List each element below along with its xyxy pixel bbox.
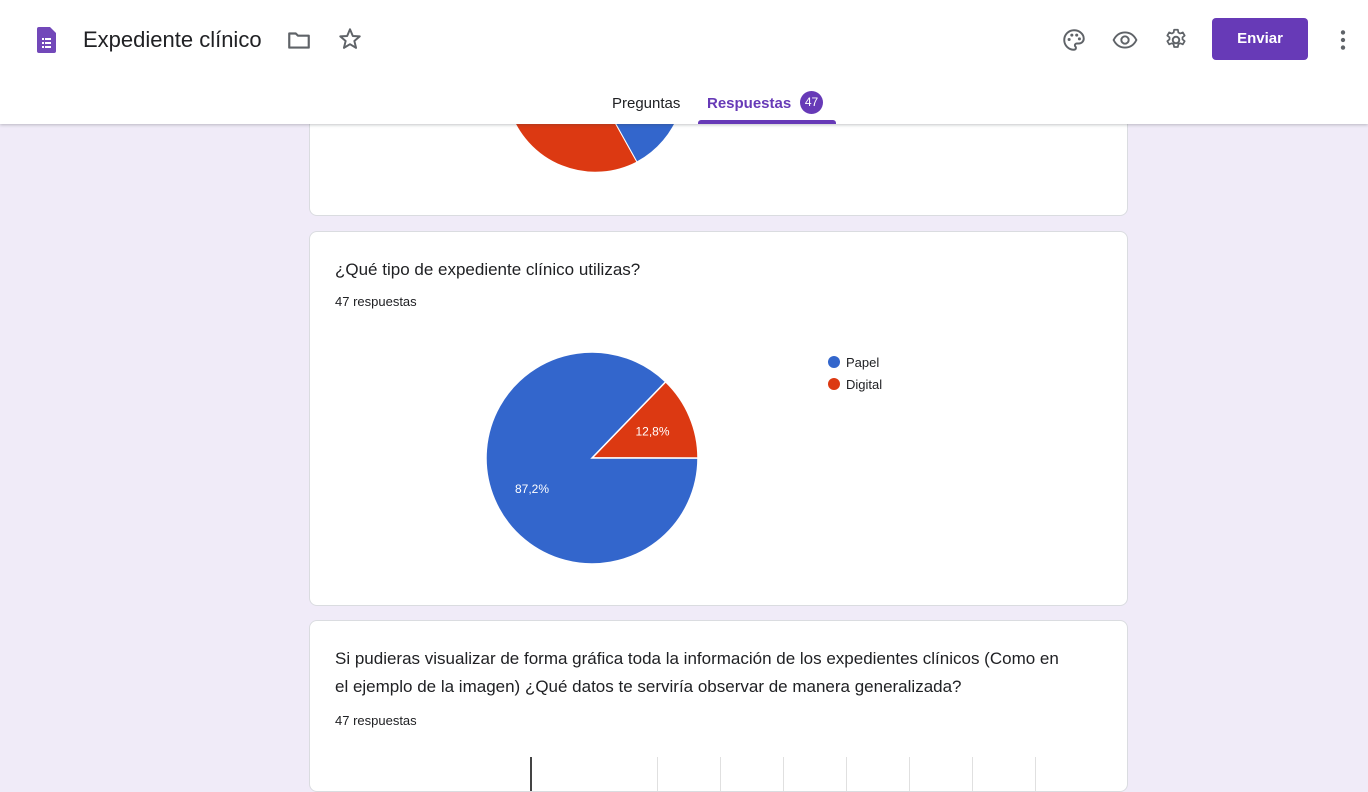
chart-legend: Papel Digital bbox=[828, 351, 882, 395]
pie-chart: 12,8% 87,2% bbox=[485, 351, 699, 565]
grid-line bbox=[972, 757, 973, 791]
palette-icon[interactable] bbox=[1061, 27, 1087, 53]
pie-label-digital: 12,8% bbox=[635, 425, 669, 439]
send-button[interactable]: Enviar bbox=[1212, 18, 1308, 60]
legend-dot-digital bbox=[828, 378, 840, 390]
more-vert-icon[interactable] bbox=[1330, 27, 1356, 53]
grid-line bbox=[909, 757, 910, 791]
app-header: Expediente clínico Enviar Preguntas Resp… bbox=[0, 0, 1368, 124]
question-title: Si pudieras visualizar de forma gráfica … bbox=[335, 649, 1059, 696]
grid-line bbox=[846, 757, 847, 791]
responses-count-badge: 47 bbox=[800, 91, 823, 114]
grid-line bbox=[657, 757, 658, 791]
pie-label-papel: 87,2% bbox=[515, 482, 549, 496]
gear-icon[interactable] bbox=[1163, 27, 1189, 53]
legend-label-papel: Papel bbox=[846, 354, 880, 370]
grid-line bbox=[720, 757, 721, 791]
forms-logo-icon[interactable] bbox=[37, 27, 56, 53]
grid-line bbox=[783, 757, 784, 791]
document-title[interactable]: Expediente clínico bbox=[83, 26, 262, 54]
eye-icon[interactable] bbox=[1112, 27, 1138, 53]
legend-item-papel: Papel bbox=[828, 351, 882, 373]
legend-item-digital: Digital bbox=[828, 373, 882, 395]
tab-respuestas[interactable]: Respuestas bbox=[707, 94, 791, 114]
legend-dot-papel bbox=[828, 356, 840, 368]
bar-chart-axis bbox=[530, 757, 532, 791]
legend-label-digital: Digital bbox=[846, 376, 883, 392]
response-count: 47 respuestas bbox=[335, 713, 417, 728]
active-tab-indicator bbox=[698, 120, 836, 124]
star-icon[interactable] bbox=[337, 26, 363, 52]
question-card-visualize-data: Si pudieras visualizar de forma gráfica … bbox=[309, 620, 1128, 792]
grid-line bbox=[1035, 757, 1036, 791]
question-card-expediente-type: ¿Qué tipo de expediente clínico utilizas… bbox=[309, 231, 1128, 606]
folder-icon[interactable] bbox=[286, 27, 312, 53]
tab-preguntas[interactable]: Preguntas bbox=[612, 94, 680, 114]
